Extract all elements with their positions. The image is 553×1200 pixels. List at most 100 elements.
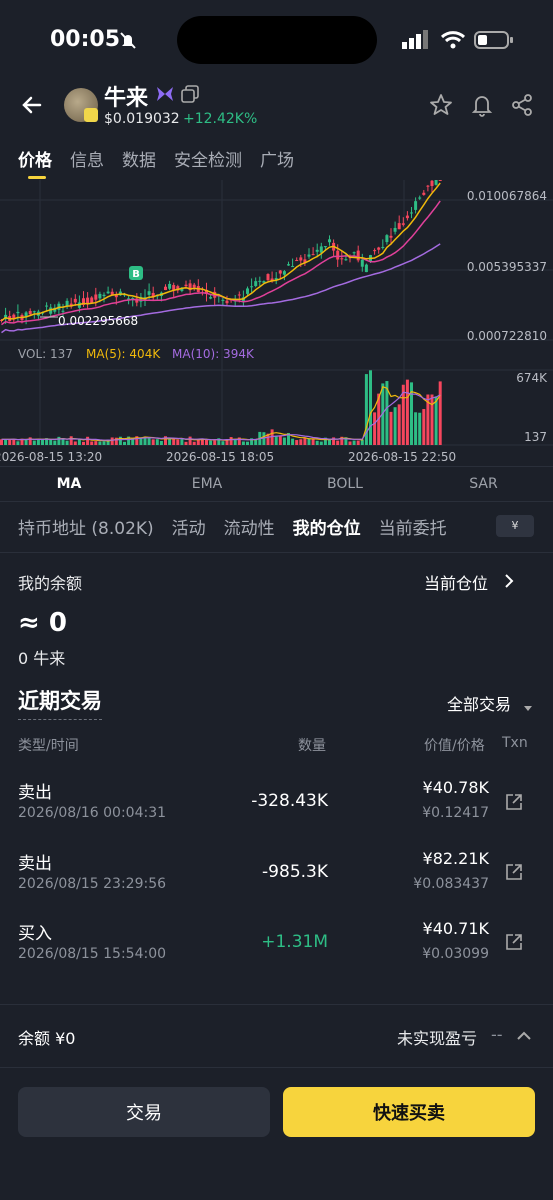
tab-my-position[interactable]: 我的仓位 [293, 514, 361, 539]
candle [147, 291, 151, 295]
time-label-1: 2026-08-15 13:20 [0, 450, 102, 464]
tab-activity[interactable]: 活动 [172, 514, 206, 539]
token-badge-icon [84, 108, 98, 122]
volume-bar [53, 440, 57, 445]
quick-trade-button[interactable]: 快速买卖 [283, 1087, 535, 1137]
volume-bar [295, 440, 299, 445]
tab-holders[interactable]: 持币地址 (8.02K) [18, 514, 154, 539]
chevron-right-icon[interactable] [502, 572, 516, 594]
main-tabs: 价格 信息 数据 安全检测 广场 [18, 146, 294, 171]
candle [401, 223, 405, 225]
time-label-2: 2026-08-15 18:05 [166, 450, 274, 464]
candle [73, 298, 77, 303]
indicator-ma[interactable]: MA [0, 476, 138, 492]
volume-bar [69, 436, 73, 445]
volume-bar [393, 407, 397, 445]
volume-bar [221, 441, 225, 445]
candle [389, 235, 393, 238]
volume-bar [82, 441, 85, 445]
volume-bar [151, 439, 155, 445]
recent-trades-title: 近期交易 [18, 685, 102, 720]
candle [258, 280, 262, 282]
star-icon[interactable] [428, 92, 454, 118]
candle [434, 180, 438, 185]
volume-bar [90, 441, 94, 445]
tab-price[interactable]: 价格 [18, 146, 52, 171]
volume-bar [291, 438, 295, 445]
external-link-icon[interactable] [504, 862, 524, 882]
caret-down-icon[interactable] [523, 698, 533, 717]
candle [225, 300, 229, 304]
header-qty: 数量 [298, 738, 326, 754]
indicator-ema[interactable]: EMA [138, 476, 276, 492]
volume-bar [348, 441, 352, 445]
candle [86, 297, 90, 304]
tab-liquidity[interactable]: 流动性 [224, 514, 275, 539]
candle [192, 284, 196, 288]
trade-row-3-qty: +1.31M [261, 932, 328, 952]
tab-data[interactable]: 数据 [122, 146, 156, 171]
section-tabs: 持币地址 (8.02K) 活动 流动性 我的仓位 当前委托 [18, 514, 447, 539]
volume-bar [418, 412, 422, 445]
unrealized-pnl-label: 未实现盈亏 [397, 1029, 478, 1048]
tab-security[interactable]: 安全检测 [174, 146, 242, 171]
candle [328, 239, 331, 243]
volume-bar [278, 435, 282, 445]
header-txn: Txn [502, 735, 528, 751]
current-position-link[interactable]: 当前仓位 [424, 570, 488, 594]
price-chart[interactable]: 0.010067864 0.005395337 0.000722810 0.00… [0, 180, 553, 470]
volume-bar [282, 437, 286, 445]
vol-ma10-legend: MA(10): 394K [172, 347, 255, 361]
currency-toggle[interactable]: ¥ [496, 515, 534, 537]
chevron-up-icon[interactable] [516, 1028, 532, 1047]
time-label-3: 2026-08-15 22:50 [348, 450, 456, 464]
dynamic-island [177, 16, 377, 64]
volume-bar [172, 438, 176, 445]
volume-bar [205, 439, 208, 445]
candle [254, 281, 258, 287]
volume-bar [24, 439, 28, 445]
volume-bar [213, 440, 217, 445]
volume-bar [369, 370, 372, 445]
volume-bar [229, 437, 233, 445]
butterfly-icon [155, 84, 175, 108]
candle [287, 264, 290, 266]
trade-row-2-price: ¥0.083437 [413, 876, 489, 892]
bell-icon[interactable] [469, 92, 495, 118]
external-link-icon[interactable] [504, 932, 524, 952]
candle [336, 250, 340, 260]
volume-bar [94, 441, 98, 445]
volume-bar [184, 441, 188, 445]
trade-button[interactable]: 交易 [18, 1087, 270, 1137]
tab-square[interactable]: 广场 [260, 146, 294, 171]
candle [246, 288, 249, 294]
low-marker-label: 0.002295668 [58, 314, 138, 328]
tab-underline [28, 176, 46, 179]
volume-bar [49, 439, 53, 445]
volume-bar [389, 411, 393, 445]
candle [319, 246, 323, 253]
candle [418, 197, 422, 199]
trade-filter[interactable]: 全部交易 [447, 691, 511, 715]
candle [352, 252, 356, 254]
external-link-icon[interactable] [504, 792, 524, 812]
volume-bar [241, 441, 245, 445]
back-arrow-icon[interactable] [18, 90, 48, 120]
section-divider [0, 552, 553, 553]
volume-bar [356, 440, 360, 445]
candle [28, 311, 32, 315]
price-axis-label-low: 0.000722810 [467, 329, 547, 343]
indicator-boll[interactable]: BOLL [276, 476, 414, 492]
candle [397, 223, 401, 230]
share-icon[interactable] [509, 92, 535, 118]
header-value-price: 价值/价格 [424, 738, 485, 754]
candle [360, 259, 364, 267]
volume-bar [311, 439, 315, 445]
volume-bar [422, 409, 426, 445]
tab-info[interactable]: 信息 [70, 146, 104, 171]
copy-icon[interactable] [180, 84, 200, 108]
balance-token-amount: 0 牛来 [18, 649, 66, 668]
tab-open-orders[interactable]: 当前委托 [379, 514, 447, 539]
candle [164, 286, 167, 291]
indicator-sar[interactable]: SAR [414, 476, 553, 492]
